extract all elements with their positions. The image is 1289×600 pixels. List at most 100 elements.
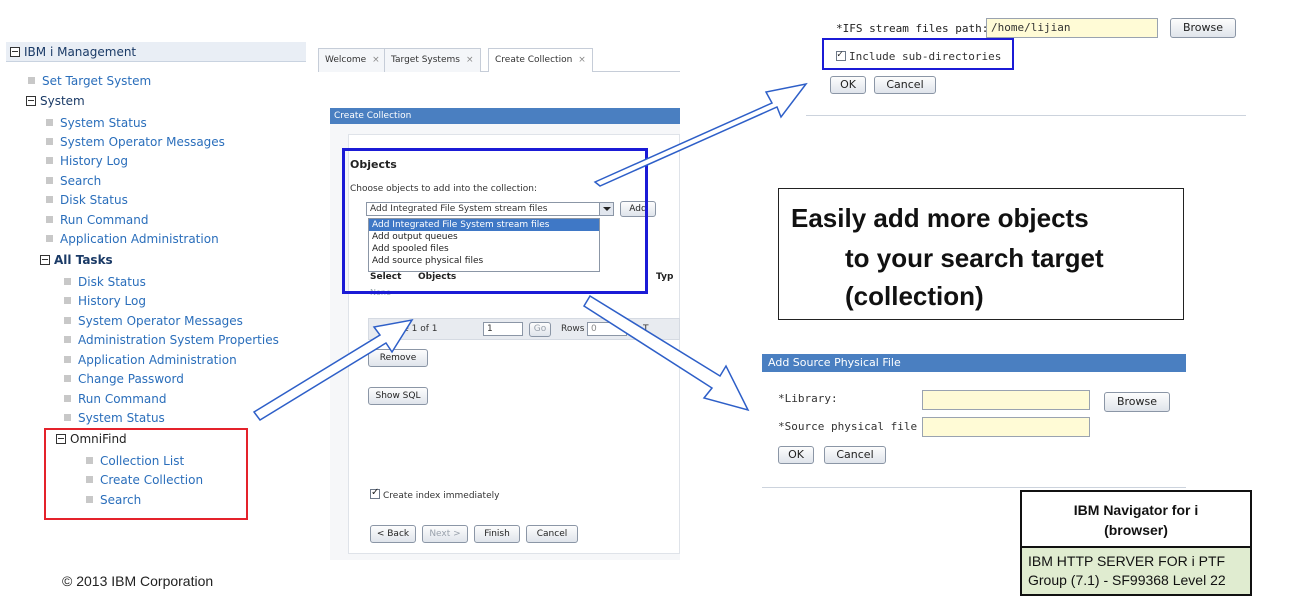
bullet-icon bbox=[64, 278, 71, 285]
nav-item-system-operator-messages[interactable]: System Operator Messages bbox=[46, 133, 225, 151]
next-button[interactable]: Next > bbox=[422, 525, 468, 543]
nav-item-label: Set Target System bbox=[42, 74, 152, 88]
bullet-icon bbox=[64, 356, 71, 363]
table-pager: Page 1 of 1 1 Go Rows 0 T bbox=[368, 318, 680, 340]
nav-item-label: Change Password bbox=[78, 372, 184, 386]
nav-item-administration-system-properties[interactable]: Administration System Properties bbox=[64, 331, 279, 349]
source-physical-file-input[interactable] bbox=[922, 417, 1090, 437]
panel-title: Add Source Physical File bbox=[762, 354, 1186, 372]
cancel-button[interactable]: Cancel bbox=[526, 525, 578, 543]
navigator-title-line-1: IBM Navigator for i bbox=[1073, 502, 1199, 518]
total-label: T bbox=[643, 324, 649, 334]
bullet-icon bbox=[28, 77, 35, 84]
bullet-icon bbox=[46, 235, 53, 242]
bullet-icon bbox=[64, 297, 71, 304]
go-button[interactable]: Go bbox=[529, 322, 551, 337]
navigator-info-box: IBM Navigator for i (browser) IBM HTTP S… bbox=[1020, 490, 1252, 596]
navigator-title-line-2: (browser) bbox=[1104, 522, 1168, 538]
nav-item-change-password[interactable]: Change Password bbox=[64, 370, 184, 388]
finish-button[interactable]: Finish bbox=[474, 525, 520, 543]
nav-item-label: Disk Status bbox=[60, 193, 128, 207]
nav-item-label: System Status bbox=[78, 411, 165, 425]
nav-item-history-log[interactable]: History Log bbox=[46, 152, 128, 170]
collapse-icon[interactable] bbox=[10, 47, 20, 57]
callout-line-2: to your search target bbox=[845, 243, 1104, 273]
back-button[interactable]: < Back bbox=[370, 525, 416, 543]
bullet-icon bbox=[46, 196, 53, 203]
ifs-stream-files-panel: *IFS stream files path: /home/lijian Bro… bbox=[806, 0, 1246, 116]
srcpf-cancel-button[interactable]: Cancel bbox=[824, 446, 886, 464]
bullet-icon bbox=[64, 414, 71, 421]
ifs-cancel-button[interactable]: Cancel bbox=[874, 76, 936, 94]
omnifind-highlight-box bbox=[44, 428, 248, 520]
bullet-icon bbox=[64, 375, 71, 382]
nav-item-label: History Log bbox=[78, 294, 146, 308]
copyright-notice: © 2013 IBM Corporation bbox=[62, 573, 214, 589]
show-sql-button[interactable]: Show SQL bbox=[368, 387, 428, 405]
nav-group-system[interactable]: System bbox=[26, 92, 85, 110]
nav-group-all-tasks[interactable]: All Tasks bbox=[40, 251, 113, 269]
remove-button[interactable]: Remove bbox=[368, 349, 428, 367]
nav-item-label: Run Command bbox=[78, 392, 167, 406]
navigator-ptf-detail: IBM HTTP SERVER FOR i PTF Group (7.1) - … bbox=[1022, 546, 1250, 594]
nav-item-label: System Status bbox=[60, 116, 147, 130]
nav-item-label: Run Command bbox=[60, 213, 149, 227]
column-header-type[interactable]: Typ bbox=[656, 272, 673, 282]
ifs-ok-button[interactable]: OK bbox=[830, 76, 866, 94]
nav-item-label: Application Administration bbox=[78, 353, 237, 367]
collapse-icon[interactable] bbox=[40, 255, 50, 265]
bullet-icon bbox=[64, 317, 71, 324]
nav-item-run-command[interactable]: Run Command bbox=[46, 211, 149, 229]
ifs-path-label: *IFS stream files path: bbox=[836, 22, 989, 35]
nav-item-application-administration[interactable]: Application Administration bbox=[64, 351, 237, 369]
nav-item-set-target-system[interactable]: Set Target System bbox=[28, 72, 151, 90]
ifs-browse-button[interactable]: Browse bbox=[1170, 18, 1236, 38]
nav-item-disk-status[interactable]: Disk Status bbox=[64, 273, 146, 291]
ifs-path-input[interactable]: /home/lijian bbox=[986, 18, 1158, 38]
create-index-label: Create index immediately bbox=[383, 491, 500, 501]
nav-item-disk-status[interactable]: Disk Status bbox=[46, 191, 128, 209]
nav-item-label: System Operator Messages bbox=[60, 135, 225, 149]
nav-item-system-operator-messages[interactable]: System Operator Messages bbox=[64, 312, 243, 330]
nav-item-history-log[interactable]: History Log bbox=[64, 292, 146, 310]
nav-item-search[interactable]: Search bbox=[46, 172, 101, 190]
nav-item-label: All Tasks bbox=[54, 253, 113, 267]
include-subdirectories-option[interactable]: Include sub-directories bbox=[836, 49, 1002, 63]
rows-input[interactable]: 0 bbox=[587, 322, 627, 336]
create-index-option[interactable]: Create index immediately bbox=[370, 487, 500, 501]
include-subdirectories-checkbox[interactable] bbox=[836, 49, 846, 61]
create-index-checkbox[interactable] bbox=[370, 487, 380, 499]
nav-item-application-administration[interactable]: Application Administration bbox=[46, 230, 219, 248]
nav-item-label: Search bbox=[60, 174, 102, 188]
bullet-icon bbox=[46, 177, 53, 184]
library-browse-button[interactable]: Browse bbox=[1104, 392, 1170, 412]
collapse-icon[interactable] bbox=[26, 96, 36, 106]
bullet-icon bbox=[46, 138, 53, 145]
nav-item-label: Disk Status bbox=[78, 275, 146, 289]
nav-item-system-status[interactable]: System Status bbox=[46, 114, 147, 132]
callout-line-1: Easily add more objects bbox=[791, 203, 1089, 233]
include-subdirectories-label: Include sub-directories bbox=[849, 50, 1002, 63]
bullet-icon bbox=[64, 395, 71, 402]
navigator-title: IBM Navigator for i (browser) bbox=[1022, 492, 1250, 546]
nav-tree-header[interactable]: IBM i Management bbox=[6, 42, 306, 62]
wizard-content-layer: Objects Choose objects to add into the c… bbox=[330, 42, 680, 562]
nav-item-system-status[interactable]: System Status bbox=[64, 409, 165, 427]
rows-label: Rows bbox=[561, 324, 585, 334]
library-label: *Library: bbox=[778, 392, 838, 405]
source-physical-file-label: *Source physical file : bbox=[778, 420, 931, 433]
page-number-input[interactable]: 1 bbox=[483, 322, 523, 336]
nav-item-run-command[interactable]: Run Command bbox=[64, 390, 167, 408]
objects-highlight-box bbox=[342, 148, 648, 294]
feature-callout-box: Easily add more objects to your search t… bbox=[778, 188, 1184, 320]
bullet-icon bbox=[46, 216, 53, 223]
nav-header-label: IBM i Management bbox=[24, 45, 137, 59]
bullet-icon bbox=[64, 336, 71, 343]
page-indicator: Page 1 of 1 bbox=[387, 324, 438, 334]
nav-item-label: Application Administration bbox=[60, 232, 219, 246]
add-source-physical-file-panel: Add Source Physical File *Library: Brows… bbox=[762, 354, 1186, 488]
nav-item-label: History Log bbox=[60, 154, 128, 168]
bullet-icon bbox=[46, 119, 53, 126]
srcpf-ok-button[interactable]: OK bbox=[778, 446, 814, 464]
library-input[interactable] bbox=[922, 390, 1090, 410]
